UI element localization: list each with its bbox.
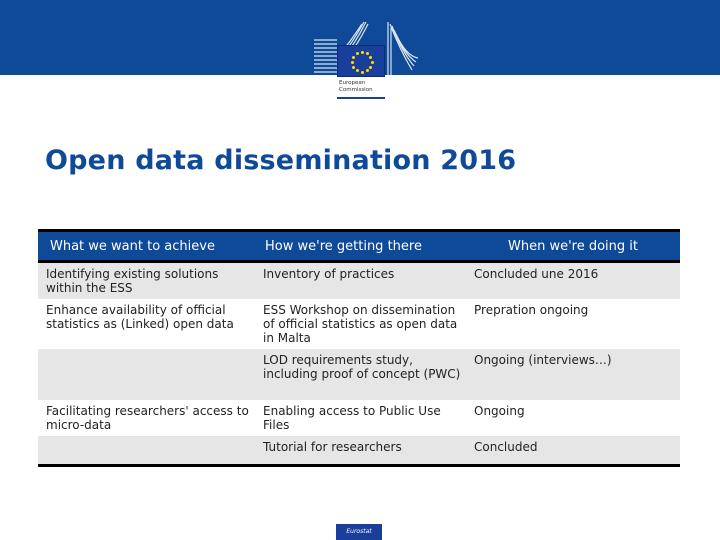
star-icon bbox=[355, 51, 359, 55]
star-icon bbox=[369, 55, 373, 59]
cell-when: Ongoing bbox=[474, 404, 525, 418]
table-row: LOD requirements study, including proof … bbox=[38, 349, 680, 400]
cell-what: Identifying existing solutions within th… bbox=[46, 267, 219, 295]
star-icon bbox=[365, 69, 369, 73]
star-icon bbox=[360, 50, 364, 54]
star-icon bbox=[350, 60, 354, 64]
cell-how: Inventory of practices bbox=[263, 267, 395, 281]
cell-what bbox=[38, 436, 255, 464]
logo-line-2: Commission bbox=[339, 87, 373, 93]
logo-line-1: European bbox=[339, 80, 366, 86]
table-header: What we want to achieve How we're gettin… bbox=[38, 232, 680, 260]
cell-how: Tutorial for researchers bbox=[263, 440, 402, 454]
cell-when: Ongoing (interviews…) bbox=[474, 353, 612, 367]
table-row: Enhance availability of official statist… bbox=[38, 299, 680, 349]
cell-when: Concluded bbox=[474, 440, 538, 454]
table-row: Tutorial for researchers Concluded bbox=[38, 436, 680, 464]
table-row: Identifying existing solutions within th… bbox=[38, 263, 680, 299]
star-icon bbox=[370, 60, 374, 64]
table-row: Facilitating researchers' access to micr… bbox=[38, 400, 680, 436]
header-how: How we're getting there bbox=[265, 238, 422, 254]
star-icon bbox=[355, 69, 359, 73]
eurostat-badge: Eurostat bbox=[336, 524, 382, 540]
cell-what bbox=[38, 349, 255, 400]
cell-when: Prepration ongoing bbox=[474, 303, 589, 317]
logo-rule bbox=[337, 97, 385, 99]
cell-when: Concluded une 2016 bbox=[474, 267, 599, 281]
header-what: What we want to achieve bbox=[50, 238, 215, 254]
plan-table: What we want to achieve How we're gettin… bbox=[38, 229, 680, 467]
star-icon bbox=[351, 55, 355, 59]
eu-flag-icon bbox=[337, 45, 385, 77]
table-bottom-rule bbox=[38, 464, 680, 467]
cell-how: Enabling access to Public Use Files bbox=[263, 404, 441, 432]
header-when: When we're doing it bbox=[507, 238, 638, 254]
cell-how: LOD requirements study, including proof … bbox=[263, 353, 461, 381]
star-icon bbox=[369, 65, 373, 69]
star-icon bbox=[365, 51, 369, 55]
cell-how: ESS Workshop on dissemination of officia… bbox=[263, 303, 458, 345]
star-icon bbox=[351, 65, 355, 69]
star-icon bbox=[360, 70, 364, 74]
cell-what: Enhance availability of official statist… bbox=[46, 303, 234, 331]
logo-text: European Commission bbox=[339, 80, 373, 94]
page-title: Open data dissemination 2016 bbox=[45, 145, 517, 176]
cell-what: Facilitating researchers' access to micr… bbox=[46, 404, 249, 432]
